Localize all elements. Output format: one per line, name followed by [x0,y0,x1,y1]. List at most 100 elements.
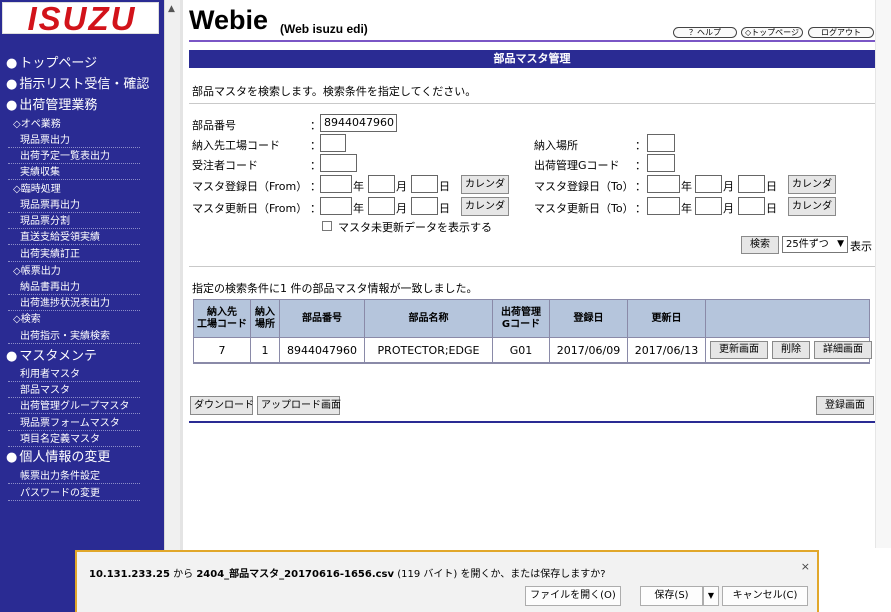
sidebar-item-progress-report[interactable]: 出荷進捗状況表出力 [8,294,140,311]
download-button[interactable]: ダウンロード [190,396,254,415]
logo-text: ISUZU [27,0,137,37]
col-header-group: 出荷管理 Gコード [493,300,549,337]
sidebar-item-shipping-management[interactable]: ● 出荷管理業務 [6,94,97,113]
download-filename: 2404_部品マスタ_20170616-1656.csv [196,569,395,580]
reg-to-calendar-button[interactable]: カレンダ [788,175,836,194]
open-file-button[interactable]: ファイルを開く(O) [525,586,621,606]
sidebar-item-top-page[interactable]: ● トップページ [6,52,97,71]
sidebar-item-password-change[interactable]: パスワードの変更 [8,484,140,501]
detail-screen-button[interactable]: 詳細画面 [814,341,872,359]
col-header-actions [706,300,869,337]
sidebar-scrollbar[interactable]: ▲ [164,0,180,612]
sidebar-item-genpin-split[interactable]: 現品票分割 [8,212,140,229]
sidebar-item-group-master[interactable]: 出荷管理グループマスタ [7,397,141,414]
save-options-dropdown-icon[interactable]: ▼ [703,586,719,606]
upd-to-day-input[interactable] [738,197,765,215]
upd-to-calendar-button[interactable]: カレンダ [788,197,836,216]
reg-to-month-input[interactable] [695,175,722,193]
save-button[interactable]: 保存(S) [640,586,703,606]
reg-to-day-input[interactable] [738,175,765,193]
sidebar-item-parts-master[interactable]: 部品マスタ [8,381,140,398]
dest-place-input[interactable] [647,134,675,152]
search-button[interactable]: 検索 [741,236,779,254]
sidebar: ISUZU ● トップページ ● 指示リスト受信・確認 ● 出荷管理業務 ◇オペ業務 … [0,0,164,612]
close-icon[interactable]: × [801,560,810,573]
update-screen-button[interactable]: 更新画面 [710,341,768,359]
cell-part-name: PROTECTOR;EDGE [365,338,492,362]
sidebar-item-user-master[interactable]: 利用者マスタ [8,365,140,382]
sidebar-category-ops: ◇オペ業務 [13,119,61,130]
dest-factory-input[interactable] [320,134,346,152]
col-header-part-no: 部品番号 [280,300,364,337]
sidebar-item-report-settings[interactable]: 帳票出力条件設定 [8,467,140,484]
sidebar-item-genpin-print[interactable]: 現品票出力 [8,131,140,148]
upd-from-year-input[interactable] [320,197,352,215]
upd-from-day-input[interactable] [411,197,438,215]
scroll-up-arrow-icon[interactable]: ▲ [168,4,175,14]
results-table: 納入先 工場コード 納入 場所 部品番号 部品名称 出荷管理 Gコード 登録日 更新日… [193,299,872,364]
ship-group-input[interactable] [647,154,675,172]
sidebar-category-search: ◇検索 [13,314,41,325]
dest-factory-label: 納入先工場コード [192,139,280,152]
upd-from-month-input[interactable] [368,197,395,215]
upd-to-label: マスタ更新日（To） [534,202,634,215]
reg-from-calendar-button[interactable]: カレンダ [461,175,509,194]
unupdated-checkbox-label: マスタ未更新データを表示する [338,221,492,234]
unupdated-checkbox[interactable] [322,221,332,231]
upload-screen-button[interactable]: アップロード画面 [257,396,341,415]
register-screen-button[interactable]: 登録画面 [816,396,874,415]
bottom-divider [189,421,875,423]
cell-group: G01 [493,338,549,362]
sidebar-item-item-name-master[interactable]: 項目名定義マスタ [8,430,140,447]
sidebar-item-personal-info[interactable]: ● 個人情報の変更 [6,446,110,465]
logout-button[interactable]: ログアウト [808,27,874,38]
orderer-input[interactable] [320,154,357,172]
app-subtitle: (Web isuzu edi) [280,22,368,36]
part-number-label: 部品番号 [192,119,236,132]
sidebar-item-instruction-list[interactable]: ● 指示リスト受信・確認 [6,73,149,92]
sidebar-item-result-collection[interactable]: 実績収集 [8,163,140,180]
cell-updated: 2017/06/13 [628,338,705,362]
sidebar-item-shipment-correction[interactable]: 出荷実績訂正 [8,245,140,262]
app-title: Webie [189,5,269,35]
sidebar-item-genpin-reprint[interactable]: 現品票再出力 [8,196,140,213]
reg-to-year-input[interactable] [647,175,680,193]
upd-to-month-input[interactable] [695,197,722,215]
upd-to-year-input[interactable] [647,197,680,215]
isuzu-logo[interactable]: ISUZU [2,0,159,37]
help-button[interactable]: ？ヘルプ [673,27,737,38]
col-header-place: 納入 場所 [251,300,279,337]
divider [189,103,875,104]
reg-from-month-input[interactable] [368,175,395,193]
delete-button[interactable]: 削除 [772,341,810,359]
dest-place-label: 納入場所 [534,139,578,152]
cell-actions: 更新画面 削除 詳細画面 [706,338,872,362]
part-number-input[interactable]: 8944047960 [320,114,397,132]
cell-factory: 7 [194,338,250,362]
col-header-part-name: 部品名称 [365,300,492,337]
sidebar-category-temporary: ◇臨時処理 [13,184,61,195]
main-content: Webie (Web isuzu edi) ？ヘルプ ◇トップページ ログアウト… [183,0,891,612]
reg-from-day-input[interactable] [411,175,438,193]
col-header-updated: 更新日 [628,300,705,337]
cancel-button[interactable]: キャンセル(C) [722,586,808,606]
sidebar-item-direct-supply[interactable]: 直送支給受領実績 [8,228,140,245]
page-size-select[interactable]: 25件ずつ ▼ [782,236,848,253]
chevron-down-icon: ▼ [837,239,844,249]
main-scrollbar[interactable] [875,0,891,548]
sidebar-item-form-master[interactable]: 現品票フォームマスタ [8,414,140,431]
cell-place: 1 [251,338,279,362]
reg-to-label: マスタ登録日（To） [534,180,634,193]
reg-from-year-input[interactable] [320,175,352,193]
upd-from-calendar-button[interactable]: カレンダ [461,197,509,216]
intro-text: 部品マスタを検索します。検索条件を指定してください。 [192,85,477,98]
sidebar-item-shipping-schedule[interactable]: 出荷予定一覧表出力 [8,147,140,164]
sidebar-item-master-maintenance[interactable]: ● マスタメンテ [6,345,97,364]
title-divider [189,40,875,42]
col-header-factory: 納入先 工場コード [194,300,250,337]
cell-part-no: 8944047960 [280,338,364,362]
ship-group-label: 出荷管理Gコード [534,159,620,172]
sidebar-item-instruction-search[interactable]: 出荷指示・実績検索 [8,327,140,344]
sidebar-item-delivery-reprint[interactable]: 納品書再出力 [8,278,140,295]
top-page-button[interactable]: ◇トップページ [741,27,803,38]
